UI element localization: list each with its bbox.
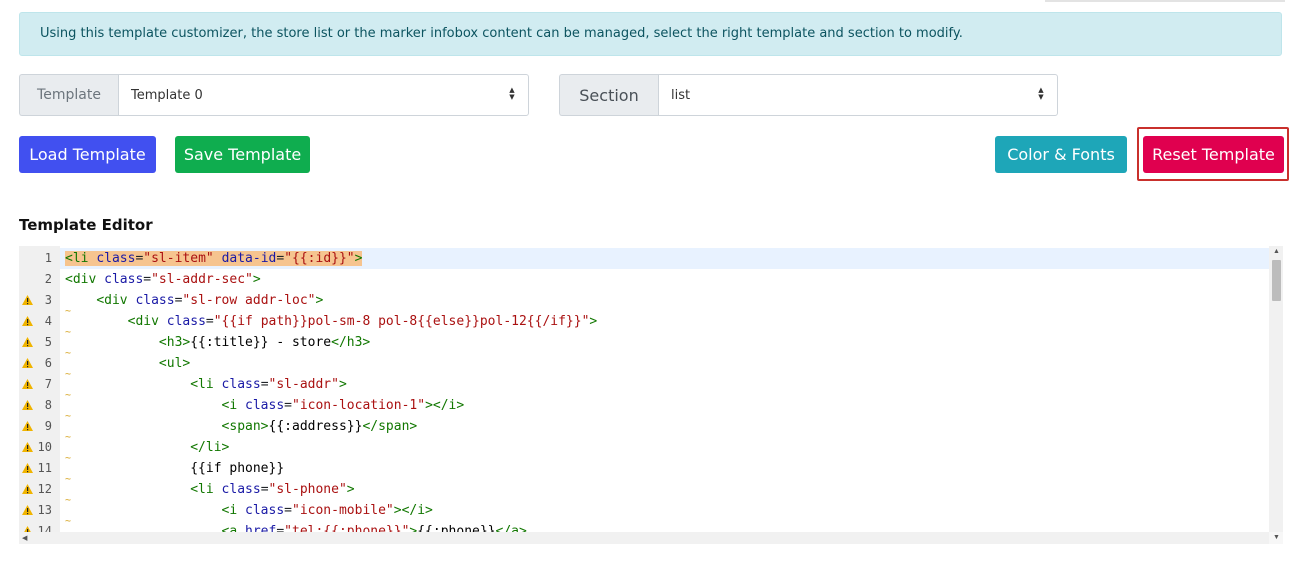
line-number: 1 — [19, 248, 60, 269]
code-line-text: <i class="icon-location-1"></i> — [221, 398, 465, 413]
warning-icon — [22, 379, 33, 389]
line-number-text: 10 — [37, 440, 52, 454]
scrollbar-thumb[interactable] — [1272, 260, 1281, 301]
code-line[interactable]: <li class="sl-item" data-id="{{:id}}"> — [60, 248, 1269, 269]
code-line[interactable]: <a href="tel:{{:phone}}">{{:phone}}</a>~ — [60, 521, 1269, 532]
template-select-value: Template 0 — [131, 87, 203, 103]
warning-icon — [22, 400, 33, 410]
scroll-down-icon[interactable]: ▼ — [1273, 534, 1280, 541]
line-number: 10 — [19, 437, 60, 458]
warning-icon — [22, 295, 33, 305]
line-number-text: 9 — [44, 419, 52, 433]
line-number-text: 6 — [44, 356, 52, 370]
scroll-up-icon[interactable]: ▲ — [1273, 248, 1280, 255]
save-template-button[interactable]: Save Template — [175, 136, 310, 173]
line-number-text: 12 — [37, 482, 52, 496]
line-number: 12 — [19, 479, 60, 500]
code-line-text: {{if phone}} — [190, 461, 285, 476]
warning-icon — [22, 484, 33, 494]
editor-gutter: 1 2 3 4 5 6 7 8 9 10 11 12 13 14 — [19, 246, 60, 538]
line-number: 3 — [19, 290, 60, 311]
warning-icon — [22, 358, 33, 368]
line-number: 8 — [19, 395, 60, 416]
line-number: 6 — [19, 353, 60, 374]
code-editor[interactable]: 1 2 3 4 5 6 7 8 9 10 11 12 13 14 <li class="sl-item" … — [19, 246, 1283, 544]
template-label: Template — [19, 74, 118, 116]
section-select[interactable]: list ▲ ▼ — [658, 74, 1058, 116]
line-number-text: 7 — [44, 377, 52, 391]
code-line-text: <span>{{:address}}</span> — [221, 419, 418, 434]
line-number-text: 11 — [37, 461, 52, 475]
section-select-value: list — [671, 87, 691, 103]
code-line[interactable]: <ul> ~ — [60, 353, 1269, 380]
load-template-button[interactable]: Load Template — [19, 136, 156, 173]
code-line[interactable]: <span>{{:address}}</span> ~ — [60, 416, 1269, 443]
code-line-text: <div class="sl-row addr-loc"> — [96, 293, 324, 308]
line-number-text: 2 — [44, 272, 52, 286]
code-line[interactable]: </li> ~ — [60, 437, 1269, 464]
line-number-text: 4 — [44, 314, 52, 328]
line-number-text: 3 — [44, 293, 52, 307]
code-line[interactable]: <div class="{{if path}}pol-sm-8 pol-8{{e… — [60, 311, 1269, 338]
code-line[interactable]: <i class="icon-mobile"></i> ~ — [60, 500, 1269, 527]
code-line-text: <ul> — [158, 356, 191, 371]
line-number: 4 — [19, 311, 60, 332]
line-number: 9 — [19, 416, 60, 437]
line-number-text: 8 — [44, 398, 52, 412]
scroll-left-icon[interactable]: ◀ — [22, 534, 27, 542]
warning-icon — [22, 421, 33, 431]
warning-icon — [22, 463, 33, 473]
code-line-text: <i class="icon-mobile"></i> — [221, 503, 433, 518]
code-line[interactable]: {{if phone}} ~ — [60, 458, 1269, 485]
info-alert: Using this template customizer, the stor… — [19, 12, 1282, 56]
section-select-group: Section list ▲ ▼ — [559, 74, 1058, 116]
color-fonts-button[interactable]: Color & Fonts — [995, 136, 1127, 173]
code-line[interactable]: <li class="sl-addr"> ~ — [60, 374, 1269, 401]
vertical-scrollbar[interactable]: ▲ ▼ — [1269, 246, 1283, 541]
line-number-text: 1 — [44, 251, 52, 265]
top-shadow — [1045, 0, 1285, 2]
code-line[interactable]: <i class="icon-location-1"></i> ~ — [60, 395, 1269, 422]
warning-icon — [22, 442, 33, 452]
line-number: 11 — [19, 458, 60, 479]
template-select[interactable]: Template 0 ▲ ▼ — [118, 74, 529, 116]
code-line[interactable]: <div class="sl-addr-sec"> — [60, 269, 1269, 290]
line-number: 7 — [19, 374, 60, 395]
code-line-text: <div class="{{if path}}pol-sm-8 pol-8{{e… — [127, 314, 598, 329]
section-label: Section — [559, 74, 658, 116]
code-line-text: <a href="tel:{{:phone}}">{{:phone}}</a> — [221, 524, 527, 532]
line-number: 2 — [19, 269, 60, 290]
code-line-text: <h3>{{:title}} - store</h3> — [158, 335, 371, 350]
reset-template-button[interactable]: Reset Template — [1143, 136, 1284, 173]
code-line-text: <li class="sl-addr"> — [190, 377, 347, 392]
line-number-text: 5 — [44, 335, 52, 349]
code-line-text: <div class="sl-addr-sec"> — [65, 272, 261, 287]
code-line[interactable]: <h3>{{:title}} - store</h3> ~ — [60, 332, 1269, 359]
code-line-text: <li class="sl-item" data-id="{{:id}}"> — [65, 251, 363, 266]
warning-icon — [22, 316, 33, 326]
horizontal-scrollbar[interactable]: ◀ — [19, 532, 1269, 544]
code-line[interactable]: <li class="sl-phone"> ~ — [60, 479, 1269, 506]
editor-title: Template Editor — [19, 216, 153, 234]
code-line[interactable]: <div class="sl-row addr-loc"> ~ — [60, 290, 1269, 317]
line-number-text: 13 — [37, 503, 52, 517]
line-number: 5 — [19, 332, 60, 353]
editor-code-area[interactable]: <li class="sl-item" data-id="{{:id}}"> <d… — [60, 246, 1269, 532]
line-number: 13 — [19, 500, 60, 521]
code-line-text: </li> — [190, 440, 230, 455]
updown-caret-icon: ▲ ▼ — [509, 86, 515, 101]
warning-icon — [22, 337, 33, 347]
info-text: Using this template customizer, the stor… — [40, 26, 963, 41]
template-select-group: Template Template 0 ▲ ▼ — [19, 74, 529, 116]
code-line-text: <li class="sl-phone"> — [190, 482, 355, 497]
updown-caret-icon: ▲ ▼ — [1038, 86, 1044, 101]
warning-icon — [22, 505, 33, 515]
